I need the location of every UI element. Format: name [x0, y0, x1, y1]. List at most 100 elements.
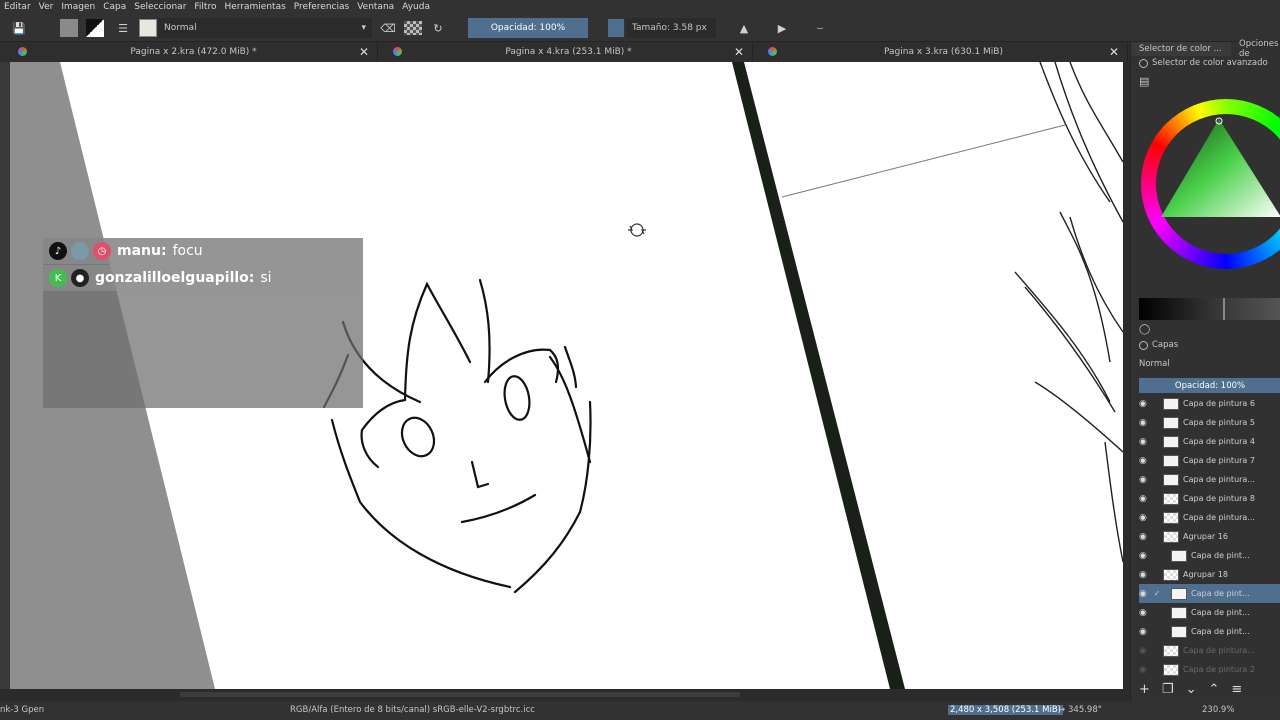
- move-up-icon[interactable]: ⌃: [1208, 682, 1219, 697]
- menu-item-ventana[interactable]: Ventana: [357, 2, 394, 12]
- fg-bg-color-swatch[interactable]: [86, 19, 104, 37]
- blend-mode-select[interactable]: Normal ▾: [158, 18, 372, 38]
- eye-icon[interactable]: ◉: [1139, 494, 1151, 504]
- color-space-info: RGB/Alfa (Entero de 8 bits/canal) sRGB-e…: [290, 705, 535, 715]
- layer-thumbnail: [1163, 663, 1179, 676]
- menu-item-capa[interactable]: Capa: [103, 2, 126, 12]
- mirror-vertical-icon[interactable]: ▶: [772, 18, 792, 38]
- scrollbar-thumb[interactable]: [180, 692, 740, 697]
- eye-icon[interactable]: ◉: [1139, 513, 1151, 523]
- menu-item-preferencias[interactable]: Preferencias: [294, 2, 349, 12]
- eye-icon[interactable]: ◉: [1139, 646, 1151, 656]
- brush-presets-icon[interactable]: ☰: [114, 18, 132, 38]
- eye-icon[interactable]: ◉: [1139, 418, 1151, 428]
- layer-row[interactable]: ◉ Capa de pintura 2: [1139, 660, 1280, 679]
- color-slider-handle[interactable]: [1223, 298, 1225, 320]
- eye-icon[interactable]: ◉: [1139, 551, 1151, 561]
- layer-row[interactable]: ◉ Agrupar 18: [1139, 565, 1280, 584]
- wrap-around-icon[interactable]: ⧿: [810, 18, 830, 38]
- layer-row[interactable]: ◉ Capa de pint...: [1139, 622, 1280, 641]
- layers-title: Capas: [1152, 340, 1179, 350]
- close-icon[interactable]: ✕: [1109, 45, 1119, 59]
- eye-icon[interactable]: ◉: [1139, 475, 1151, 485]
- perspective-guide: [781, 124, 1066, 198]
- gradient-swatch[interactable]: [60, 19, 78, 37]
- duplicate-layer-icon[interactable]: ❐: [1162, 682, 1174, 697]
- menu-item-editar[interactable]: Editar: [4, 2, 31, 12]
- menu-item-seleccionar[interactable]: Seleccionar: [134, 2, 186, 12]
- layer-row[interactable]: ◉ Capa de pintura...: [1139, 641, 1280, 660]
- layer-thumbnail: [1171, 587, 1187, 600]
- eye-icon[interactable]: ◉: [1139, 570, 1151, 580]
- eye-icon[interactable]: ◉: [1139, 627, 1151, 637]
- refresh-icon[interactable]: ◯: [1139, 324, 1150, 335]
- close-icon[interactable]: ✕: [734, 45, 744, 59]
- color-history-bar[interactable]: [1139, 298, 1280, 320]
- tab-label: Selector de color ...: [1139, 44, 1222, 54]
- layer-thumbnail: [1163, 511, 1179, 524]
- layer-row[interactable]: ◉ ✓ Capa de pint...: [1139, 584, 1280, 603]
- eye-icon[interactable]: ◉: [1139, 437, 1151, 447]
- color-wheel[interactable]: [1139, 97, 1280, 272]
- layer-name: Capa de pint...: [1191, 589, 1250, 598]
- layers-blend-mode[interactable]: Normal: [1139, 359, 1170, 369]
- rotation-value[interactable]: 345.98°: [1068, 705, 1102, 715]
- tab-pagina-4[interactable]: Pagina x 4.kra (253.1 MiB) * ✕: [385, 42, 753, 62]
- layer-thumbnail: [1163, 435, 1179, 448]
- size-slider[interactable]: Tamaño: 3.58 px: [626, 18, 716, 38]
- layer-row[interactable]: ◉ Capa de pintura 8: [1139, 489, 1280, 508]
- layer-row[interactable]: ◉ Capa de pintura 7: [1139, 451, 1280, 470]
- layer-row[interactable]: ◉ Agrupar 16: [1139, 527, 1280, 546]
- tab-pagina-2[interactable]: Pagina x 2.kra (472.0 MiB) * ✕: [10, 42, 378, 62]
- tab-tool-options[interactable]: Opciones de: [1231, 39, 1280, 59]
- save-icon[interactable]: 💾: [10, 18, 28, 38]
- layer-name: Capa de pintura 5: [1183, 418, 1255, 427]
- eye-icon[interactable]: ◉: [1139, 532, 1151, 542]
- menu-item-ver[interactable]: Ver: [39, 2, 54, 12]
- close-icon[interactable]: ✕: [359, 45, 369, 59]
- eye-icon[interactable]: ◉: [1139, 608, 1151, 618]
- eye-icon[interactable]: ◉: [1139, 665, 1151, 675]
- tab-pagina-3[interactable]: Pagina x 3.kra (630.1 MiB) ✕: [760, 42, 1128, 62]
- layer-thumbnail: [1163, 397, 1179, 410]
- preserve-alpha-icon[interactable]: [404, 21, 422, 35]
- layer-row[interactable]: ◉ Capa de pint...: [1139, 603, 1280, 622]
- menu-item-ayuda[interactable]: Ayuda: [402, 2, 430, 12]
- brush-preset-swatch[interactable]: [139, 19, 157, 37]
- horizontal-scrollbar[interactable]: [0, 689, 1130, 701]
- menu-item-herramientas[interactable]: Herramientas: [224, 2, 285, 12]
- layer-thumbnail: [1163, 454, 1179, 467]
- layer-thumbnail: [1171, 625, 1187, 638]
- eye-icon[interactable]: ◉: [1139, 456, 1151, 466]
- layer-row[interactable]: ◉ Capa de pintura...: [1139, 470, 1280, 489]
- eye-icon[interactable]: ◉: [1139, 589, 1151, 599]
- mirror-horizontal-icon[interactable]: ▲: [734, 18, 754, 38]
- opacity-slider[interactable]: Opacidad: 100%: [468, 18, 588, 38]
- eye-icon[interactable]: ◉: [1139, 399, 1151, 409]
- layer-row[interactable]: ◉ Capa de pintura 5: [1139, 413, 1280, 432]
- reload-icon[interactable]: ↻: [428, 18, 448, 38]
- layer-row[interactable]: ◉ Capa de pintura 4: [1139, 432, 1280, 451]
- move-down-icon[interactable]: ⌄: [1186, 682, 1197, 697]
- settings-icon[interactable]: ▤: [1139, 75, 1149, 88]
- menu-item-filtro[interactable]: Filtro: [194, 2, 216, 12]
- rotation-icon: →: [1058, 705, 1066, 715]
- panel-icon: [1139, 58, 1148, 68]
- chevron-down-icon: ▾: [361, 23, 366, 33]
- add-layer-icon[interactable]: +: [1139, 682, 1150, 697]
- layer-row[interactable]: ◉ Capa de pintura 6: [1139, 394, 1280, 413]
- menu-item-imagen[interactable]: Imagen: [61, 2, 95, 12]
- color-selector-header: Selector de color avanzado: [1139, 58, 1268, 68]
- status-bar: nk-3 Gpen RGB/Alfa (Entero de 8 bits/can…: [0, 701, 1280, 720]
- tab-color-selector[interactable]: Selector de color ...: [1131, 42, 1231, 56]
- layer-row[interactable]: ◉ Capa de pint...: [1139, 546, 1280, 565]
- tab-title: Pagina x 4.kra (253.1 MiB) *: [505, 47, 632, 57]
- layer-row[interactable]: ◉ Capa de pintura...: [1139, 508, 1280, 527]
- krita-icon: [18, 47, 27, 56]
- eraser-icon[interactable]: ⌫: [378, 18, 398, 38]
- layers-opacity-slider[interactable]: Opacidad: 100%: [1139, 378, 1280, 393]
- layer-name: Capa de pint...: [1191, 551, 1250, 560]
- zoom-value[interactable]: 230.9%: [1202, 705, 1234, 715]
- layer-properties-icon[interactable]: ≡: [1231, 682, 1242, 697]
- image-dimensions[interactable]: 2,480 x 3,508 (253.1 MiB): [948, 705, 1063, 715]
